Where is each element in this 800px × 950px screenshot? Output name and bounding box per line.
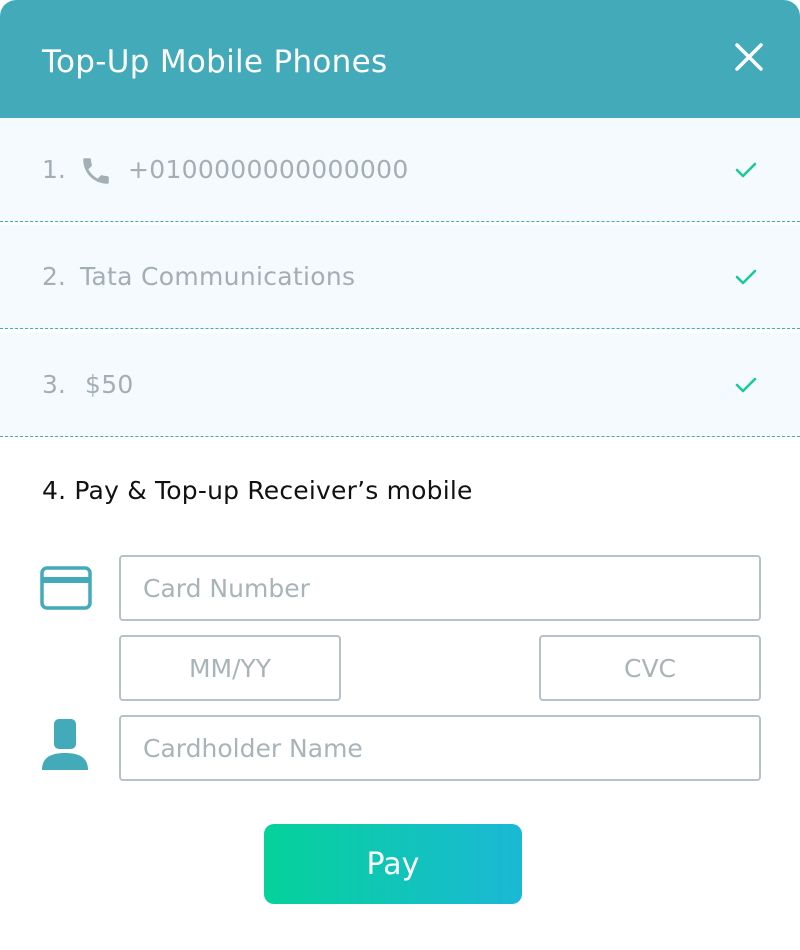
check-icon: [735, 162, 757, 178]
topup-modal: Top-Up Mobile Phones 1. +010000000000000…: [0, 0, 800, 950]
cardholder-name-input[interactable]: [119, 715, 761, 781]
step-operator-value: Tata Communications: [80, 262, 356, 291]
person-icon: [42, 719, 88, 770]
close-icon: [735, 43, 763, 71]
check-icon: [735, 269, 757, 285]
payment-section-title: 4. Pay & Top-up Receiver’s mobile: [42, 476, 473, 505]
phone-icon: [83, 158, 109, 184]
pay-button[interactable]: Pay: [264, 824, 522, 904]
step-number: 1.: [42, 155, 66, 184]
credit-card-icon: [40, 566, 92, 610]
step-amount[interactable]: 3. $50: [0, 333, 800, 437]
check-icon: [735, 377, 757, 393]
step-number: 2.: [42, 262, 66, 291]
step-phone-value: +0100000000000000: [128, 155, 409, 184]
modal-header: Top-Up Mobile Phones: [0, 0, 800, 118]
step-phone-number[interactable]: 1. +0100000000000000: [0, 118, 800, 222]
modal-title: Top-Up Mobile Phones: [42, 44, 388, 80]
card-number-input[interactable]: [119, 555, 761, 621]
cvc-input[interactable]: [539, 635, 761, 701]
step-operator[interactable]: 2. Tata Communications: [0, 225, 800, 329]
step-amount-value: $50: [85, 370, 134, 399]
close-button[interactable]: [730, 38, 768, 76]
step-number: 3.: [42, 370, 66, 399]
expiry-input[interactable]: [119, 635, 341, 701]
